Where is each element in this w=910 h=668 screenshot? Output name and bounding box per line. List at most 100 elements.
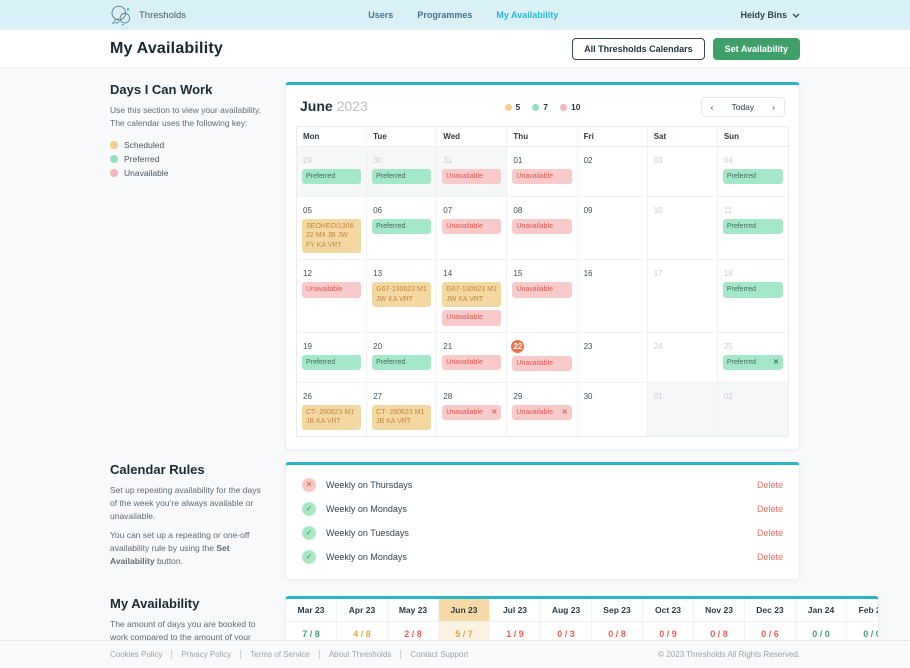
calendar-day-cell[interactable]: 19Preferred (297, 333, 367, 383)
calendar-day-cell[interactable]: 25Preferred✕ (718, 333, 788, 383)
event-pill-unavailable[interactable]: Unavailable (442, 219, 501, 234)
calendar-day-cell[interactable]: 16 (578, 260, 648, 332)
calendar-day-cell[interactable]: 07Unavailable (437, 197, 507, 260)
footer-links: Cookies PolicyPrivacy PolicyTerms of Ser… (110, 650, 477, 659)
event-pill-preferred[interactable]: Preferred (302, 355, 361, 370)
calendar-day-cell[interactable]: 12Unavailable (297, 260, 367, 332)
event-pill-unavailable[interactable]: Unavailable (442, 169, 501, 184)
event-pill-preferred[interactable]: Preferred (302, 169, 361, 184)
month-value[interactable]: 0 / 6 (745, 621, 796, 641)
event-pill-unavailable[interactable]: Unavailable✕ (442, 405, 501, 420)
rule-available-icon: ✓ (302, 526, 316, 540)
event-pill-preferred[interactable]: Preferred✕ (723, 355, 783, 370)
month-value[interactable]: 0 / 9 (643, 621, 694, 641)
rule-delete-link[interactable]: Delete (757, 528, 783, 538)
remove-event-icon[interactable]: ✕ (562, 408, 568, 417)
rule-delete-link[interactable]: Delete (757, 504, 783, 514)
calendar-day-cell[interactable]: 22Unavailable (507, 333, 577, 383)
calendar-day-cell[interactable]: 02 (718, 383, 788, 436)
month-value[interactable]: 0 / 8 (592, 621, 643, 641)
count-color-dot (560, 104, 567, 111)
event-pill-unavailable[interactable]: Unavailable✕ (512, 405, 571, 420)
event-pill-scheduled[interactable]: CT- 260623 M1 JB KA VRT (302, 405, 361, 430)
calendar-day-cell[interactable]: 17 (648, 260, 718, 332)
day-number: 03 (654, 156, 663, 165)
nav-link-my-availability[interactable]: My Availability (496, 10, 558, 20)
event-pill-scheduled[interactable]: G67-130623 M1 JW KA VRT (442, 282, 501, 307)
calendar-day-cell[interactable]: 31Unavailable (437, 147, 507, 197)
calendar-day-cell[interactable]: 26CT- 260623 M1 JB KA VRT (297, 383, 367, 436)
calendar-day-cell[interactable]: 23 (578, 333, 648, 383)
event-pill-preferred[interactable]: Preferred (723, 219, 783, 234)
event-pill-unavailable[interactable]: Unavailable (442, 355, 501, 370)
event-pill-preferred[interactable]: Preferred (723, 282, 783, 297)
month-value[interactable]: 0 / 3 (541, 621, 592, 641)
calendar-day-cell[interactable]: 04Preferred (718, 147, 788, 197)
calendar-day-cell[interactable]: 29Preferred (297, 147, 367, 197)
set-availability-button[interactable]: Set Availability (713, 38, 800, 60)
event-pill-unavailable[interactable]: Unavailable (302, 282, 361, 297)
month-value[interactable]: 7 / 8 (286, 621, 337, 641)
event-pill-unavailable[interactable]: Unavailable (442, 310, 501, 325)
event-pill-unavailable[interactable]: Unavailable (512, 169, 571, 184)
month-value[interactable]: 0 / 8 (694, 621, 745, 641)
calendar-counts-legend: 5710 (505, 102, 581, 112)
calendar-day-cell[interactable]: 18Preferred (718, 260, 788, 332)
calendar-day-cell[interactable]: 06Preferred (367, 197, 437, 260)
month-value[interactable]: 5 / 7 (439, 621, 490, 641)
calendar-day-cell[interactable]: 30Preferred (367, 147, 437, 197)
calendar-day-cell[interactable]: 29Unavailable✕ (507, 383, 577, 436)
calendar-day-cell[interactable]: 09 (578, 197, 648, 260)
calendar-day-cell[interactable]: 27CT- 260623 M1 JB KA VRT (367, 383, 437, 436)
calendar-day-cell[interactable]: 01 (648, 383, 718, 436)
event-pill-preferred[interactable]: Preferred (372, 169, 431, 184)
event-pill-scheduled[interactable]: G67-130623 M1 JW KA VRT (372, 282, 431, 307)
calendar-day-cell[interactable]: 05SEOHEO/130622 M4 JB JW FY KA VRT (297, 197, 367, 260)
remove-event-icon[interactable]: ✕ (773, 358, 779, 367)
nav-link-users[interactable]: Users (368, 10, 393, 20)
previous-month-button[interactable]: ‹ (702, 98, 723, 116)
next-month-button[interactable]: › (763, 98, 784, 116)
remove-event-icon[interactable]: ✕ (492, 408, 498, 417)
calendar-day-cell[interactable]: 11Preferred (718, 197, 788, 260)
footer-link-cookies-policy[interactable]: Cookies Policy (110, 650, 172, 659)
rule-delete-link[interactable]: Delete (757, 480, 783, 490)
calendar-day-cell[interactable]: 08Unavailable (507, 197, 577, 260)
nav-links: Users Programmes My Availability (368, 10, 558, 20)
event-pill-scheduled[interactable]: CT- 260623 M1 JB KA VRT (372, 405, 431, 430)
calendar-day-cell[interactable]: 30 (578, 383, 648, 436)
footer-link-terms-of-service[interactable]: Terms of Service (241, 650, 320, 659)
month-value[interactable]: 1 / 9 (490, 621, 541, 641)
calendar-day-cell[interactable]: 01Unavailable (507, 147, 577, 197)
month-value[interactable]: 2 / 8 (388, 621, 439, 641)
calendar-day-cell[interactable]: 21Unavailable (437, 333, 507, 383)
event-pill-unavailable[interactable]: Unavailable (512, 282, 571, 297)
event-pill-unavailable[interactable]: Unavailable (512, 219, 571, 234)
event-pill-preferred[interactable]: Preferred (723, 169, 783, 184)
rule-delete-link[interactable]: Delete (757, 552, 783, 562)
footer-link-contact-support[interactable]: Contact Support (401, 650, 477, 659)
footer-link-privacy-policy[interactable]: Privacy Policy (172, 650, 241, 659)
nav-link-programmes[interactable]: Programmes (417, 10, 472, 20)
event-pill-scheduled[interactable]: SEOHEO/130622 M4 JB JW FY KA VRT (302, 219, 361, 253)
calendar-day-cell[interactable]: 03 (648, 147, 718, 197)
today-button[interactable]: Today (722, 98, 763, 116)
calendar-day-cell[interactable]: 24 (648, 333, 718, 383)
calendar-day-cell[interactable]: 28Unavailable✕ (437, 383, 507, 436)
calendar-day-cell[interactable]: 10 (648, 197, 718, 260)
month-value[interactable]: 4 / 8 (337, 621, 388, 641)
calendar-day-cell[interactable]: 13G67-130623 M1 JW KA VRT (367, 260, 437, 332)
user-menu[interactable]: Heidy Bins (740, 10, 800, 20)
month-value[interactable]: 0 / 0 (796, 621, 847, 641)
all-thresholds-calendars-button[interactable]: All Thresholds Calendars (572, 38, 705, 60)
footer-link-about-thresholds[interactable]: About Thresholds (320, 650, 402, 659)
calendar-day-cell[interactable]: 20Preferred (367, 333, 437, 383)
event-pill-preferred[interactable]: Preferred (372, 355, 431, 370)
calendar-day-cell[interactable]: 02 (578, 147, 648, 197)
event-pill-preferred[interactable]: Preferred (372, 219, 431, 234)
month-value[interactable]: 0 / 0 (847, 621, 879, 641)
calendar-day-cell[interactable]: 15Unavailable (507, 260, 577, 332)
calendar-day-cell[interactable]: 14G67-130623 M1 JW KA VRTUnavailable (437, 260, 507, 332)
event-pill-unavailable[interactable]: Unavailable (512, 356, 571, 371)
months-header-row: Mar 23Apr 23May 23Jun 23Jul 23Aug 23Sep … (286, 599, 879, 621)
